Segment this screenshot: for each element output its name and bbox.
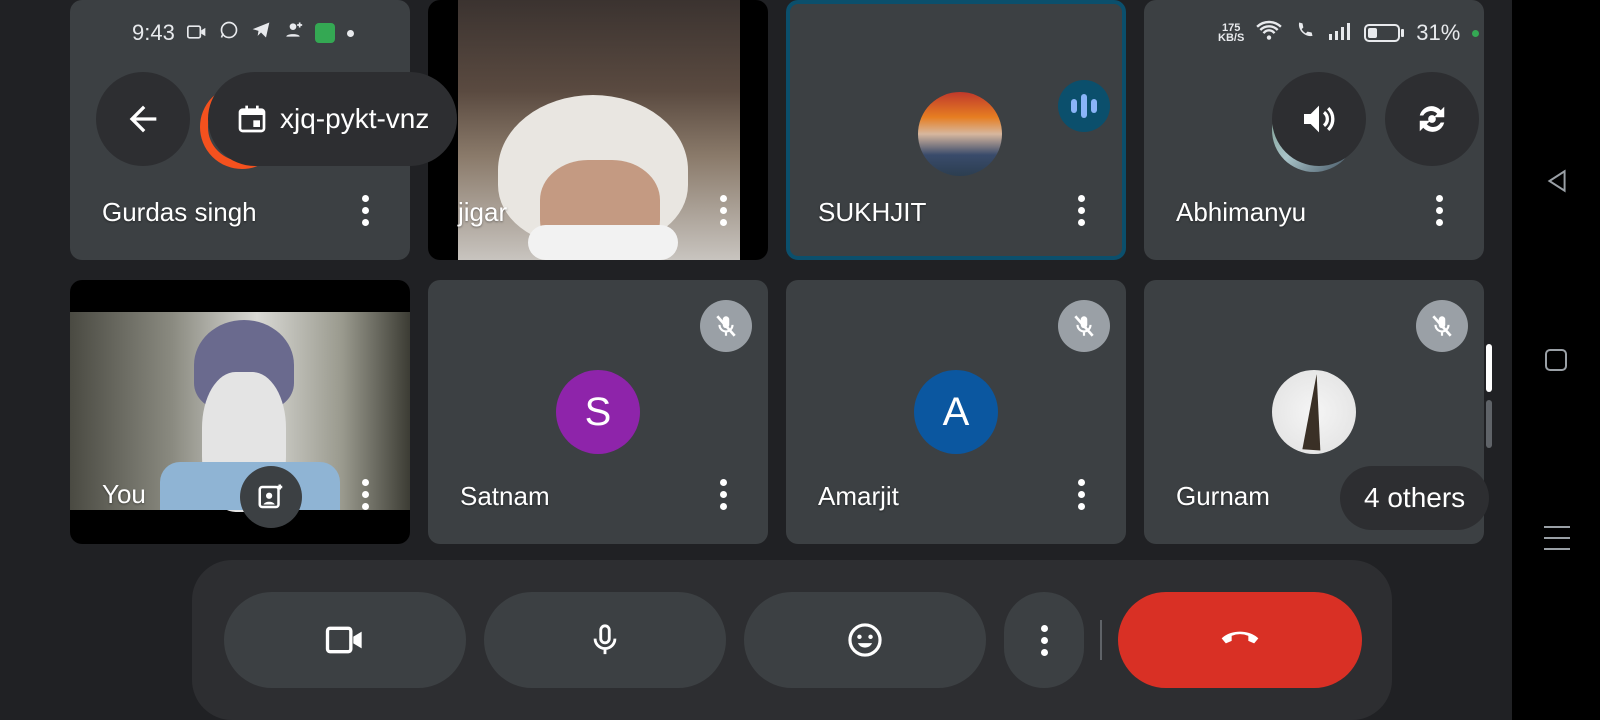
dot-icon: [346, 29, 354, 37]
participant-tile-you[interactable]: You: [70, 280, 410, 544]
participant-tile-sukhjit[interactable]: SUKHJIT: [786, 0, 1126, 260]
microphone-icon: [593, 624, 617, 655]
telegram-icon: [251, 20, 271, 46]
switch-camera-button[interactable]: [1385, 72, 1479, 166]
speaking-indicator-icon: [1058, 80, 1110, 132]
participant-name: Gurnam: [1176, 481, 1270, 511]
app-icon: [314, 23, 335, 43]
triangle-back-icon: [1547, 169, 1566, 193]
muted-mic-icon: [1416, 300, 1468, 352]
participant-name: Satnam: [460, 481, 550, 511]
end-call-button[interactable]: [1118, 592, 1362, 688]
controls-divider: [1100, 620, 1102, 660]
android-nav-bar: [1512, 0, 1600, 720]
person-add-icon: [283, 20, 303, 46]
muted-mic-icon: [700, 300, 752, 352]
charging-dot: [1472, 29, 1480, 37]
wifi-call-icon: [1294, 20, 1316, 46]
calendar-icon: [238, 105, 266, 133]
participant-avatar: S: [556, 370, 640, 454]
meeting-code-chip[interactable]: xjq-pykt-vnz: [208, 72, 458, 166]
signal-icon: [1328, 20, 1352, 46]
participant-name: Gurdas singh: [102, 197, 257, 227]
camera-icon: [325, 626, 362, 654]
status-bar-left: 9:43: [132, 20, 354, 46]
participant-tile-amarjit[interactable]: A Amarjit: [786, 280, 1126, 544]
more-options-button[interactable]: [1004, 592, 1084, 688]
whatsapp-icon: [219, 20, 239, 46]
more-options-icon[interactable]: [1078, 479, 1086, 510]
more-options-icon[interactable]: [720, 479, 728, 510]
camera-switch-icon: [1419, 106, 1445, 132]
participant-avatar: [1272, 370, 1356, 454]
more-options-icon[interactable]: [362, 195, 370, 226]
back-button[interactable]: [96, 72, 190, 166]
more-options-icon[interactable]: [1436, 195, 1444, 226]
arrow-back-icon: [129, 105, 157, 133]
participant-tile-jigar[interactable]: jigar: [428, 0, 768, 260]
status-time: 9:43: [132, 20, 175, 45]
more-vert-icon: [1040, 624, 1048, 656]
participant-name: Abhimanyu: [1176, 197, 1307, 227]
visual-effects-button[interactable]: [240, 466, 302, 528]
microphone-toggle-button[interactable]: [484, 592, 726, 688]
participant-avatar: A: [914, 370, 998, 454]
video-icon: [186, 20, 207, 46]
reactions-button[interactable]: [744, 592, 986, 688]
nav-menu-button[interactable]: [1544, 526, 1570, 550]
emoji-icon: [848, 623, 882, 657]
meeting-code: xjq-pykt-vnz: [280, 103, 430, 134]
participant-name: jigar: [458, 197, 508, 227]
participant-name: You: [102, 479, 146, 509]
participant-avatar: [918, 92, 1002, 176]
participant-name: Amarjit: [818, 481, 899, 511]
camera-toggle-button[interactable]: [224, 592, 466, 688]
muted-mic-icon: [1058, 300, 1110, 352]
battery-percent: 31%: [1416, 20, 1461, 45]
others-button[interactable]: 4 others: [1340, 466, 1490, 530]
nav-back-button[interactable]: [1544, 168, 1570, 199]
end-call-icon: [1221, 631, 1259, 644]
nav-home-button[interactable]: [1545, 349, 1567, 371]
others-label: 4 others: [1364, 482, 1466, 513]
tiles-scrollbar[interactable]: [1486, 344, 1492, 450]
more-options-icon[interactable]: [720, 195, 728, 226]
effects-icon: [258, 484, 283, 509]
participant-name: SUKHJIT: [818, 197, 927, 227]
more-options-icon[interactable]: [1078, 195, 1086, 226]
battery-icon: [1364, 24, 1405, 42]
more-options-icon[interactable]: [362, 479, 370, 510]
participant-tile-satnam[interactable]: S Satnam: [428, 280, 768, 544]
speaker-icon: [1304, 105, 1335, 133]
wifi-icon: [1256, 20, 1283, 46]
net-speed: 175 KB/S: [1218, 22, 1245, 44]
status-bar-right: 175 KB/S 31%: [1218, 20, 1480, 46]
audio-output-button[interactable]: [1272, 72, 1366, 166]
